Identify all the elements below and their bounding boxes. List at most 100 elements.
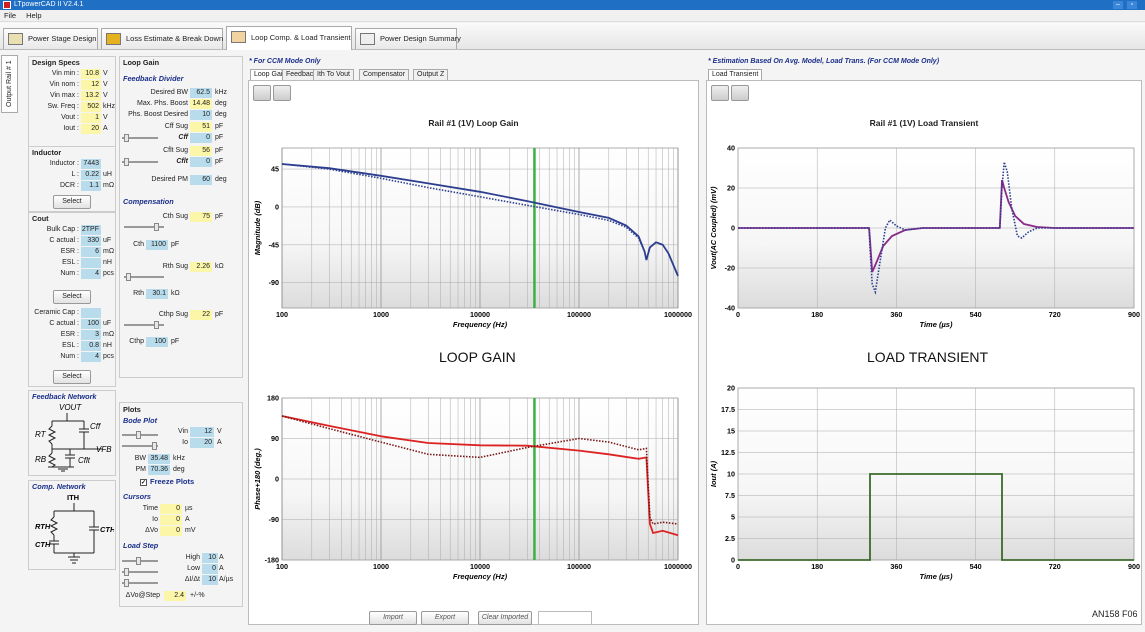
tab-label: Loss Estimate & Break Down bbox=[126, 34, 224, 43]
bulk-0-value[interactable]: 2TPF bbox=[81, 225, 101, 235]
ceramic-4-label: Num : bbox=[60, 353, 79, 360]
tab-power-stage-design[interactable]: Power Stage Design bbox=[3, 28, 98, 49]
inductor-select-button[interactable]: Select bbox=[53, 195, 91, 209]
ceramic-cap-select-button[interactable]: Select bbox=[53, 370, 91, 384]
ceramic-1-label: C actual : bbox=[49, 320, 79, 327]
didt-value[interactable]: 10 bbox=[202, 575, 218, 585]
ceramic-2-value[interactable]: 3 bbox=[81, 330, 101, 340]
slider-thumb[interactable] bbox=[124, 568, 129, 576]
slider-thumb[interactable] bbox=[154, 321, 159, 329]
pm-unit: deg bbox=[173, 466, 185, 473]
menu-file[interactable]: File bbox=[4, 11, 16, 20]
cursor-io-value[interactable]: 0 bbox=[160, 515, 182, 525]
bulk-1-value[interactable]: 330 bbox=[81, 236, 101, 246]
cth-slider[interactable] bbox=[124, 223, 164, 231]
slider-thumb[interactable] bbox=[124, 579, 129, 587]
fd-7-value[interactable]: 60 bbox=[190, 175, 212, 185]
slider-thumb[interactable] bbox=[126, 273, 131, 281]
fd-2-value[interactable]: 10 bbox=[190, 110, 212, 120]
spec-0-value[interactable]: 10.8 bbox=[81, 69, 101, 79]
menu-help[interactable]: Help bbox=[26, 11, 41, 20]
ceramic-3-value[interactable]: 0.8 bbox=[81, 341, 101, 351]
fd-5-value[interactable]: 56 bbox=[190, 146, 212, 156]
freeze-plots-checkbox[interactable]: ✓ Freeze Plots bbox=[140, 477, 194, 486]
fd-4-value[interactable]: 0 bbox=[190, 133, 212, 143]
ceramic-0-value[interactable] bbox=[81, 308, 101, 318]
minimize-button[interactable]: – bbox=[1113, 1, 1123, 9]
tab-ith-to-vout[interactable]: Ith To Vout bbox=[313, 69, 354, 80]
dvo-step-value[interactable]: 2.4 bbox=[164, 591, 186, 601]
didt-slider[interactable] bbox=[122, 579, 158, 587]
slider-thumb[interactable] bbox=[124, 158, 129, 166]
slider-thumb[interactable] bbox=[136, 557, 141, 565]
cth-value[interactable]: 1100 bbox=[146, 240, 168, 250]
feedback-network-title: Feedback Network bbox=[32, 392, 97, 401]
print-icon[interactable] bbox=[711, 85, 729, 101]
cursor-dvo-value[interactable]: 0 bbox=[160, 526, 182, 536]
fd-5-label: Cflt Sug bbox=[163, 147, 188, 154]
clear-imported-button[interactable]: Clear Imported bbox=[478, 611, 532, 625]
side-tab-output-rail[interactable]: Output Rail # 1 bbox=[1, 55, 18, 113]
high-slider[interactable] bbox=[122, 557, 158, 565]
slider-thumb[interactable] bbox=[154, 223, 159, 231]
spec-2-value[interactable]: 13.2 bbox=[81, 91, 101, 101]
bulk-cap-select-button[interactable]: Select bbox=[53, 290, 91, 304]
inductor-0-value[interactable]: 7443 bbox=[81, 159, 101, 169]
pm-value[interactable]: 70.36 bbox=[148, 465, 170, 475]
menu-bar: File Help bbox=[0, 10, 1145, 22]
cthp-slider[interactable] bbox=[124, 321, 164, 329]
fd-3-value[interactable]: 51 bbox=[190, 122, 212, 132]
tab-power-design-summary[interactable]: Power Design Summary bbox=[355, 28, 461, 49]
copy-icon[interactable] bbox=[731, 85, 749, 101]
cursor-time-value[interactable]: 0 bbox=[160, 504, 182, 514]
bulk-2-value[interactable]: 6 bbox=[81, 247, 101, 257]
bulk-3-value[interactable] bbox=[81, 258, 101, 268]
inductor-1-value[interactable]: 0.22 bbox=[81, 170, 101, 180]
label-vfb: VFB bbox=[96, 445, 112, 454]
export-button[interactable]: Export bbox=[421, 611, 469, 625]
tab-compensator[interactable]: Compensator bbox=[359, 69, 410, 80]
spec-4-value[interactable]: 1 bbox=[81, 113, 101, 123]
low-value[interactable]: 0 bbox=[202, 564, 218, 574]
spec-1-value[interactable]: 12 bbox=[81, 80, 101, 90]
spec-5-value[interactable]: 20 bbox=[81, 124, 101, 134]
import-file-field[interactable] bbox=[538, 611, 592, 625]
bw-value[interactable]: 35.48 bbox=[148, 454, 170, 464]
rth-value[interactable]: 30.1 bbox=[146, 289, 168, 299]
high-value[interactable]: 10 bbox=[202, 553, 218, 563]
tab-loop-comp[interactable]: Loop Comp. & Load Transient bbox=[226, 26, 352, 50]
cthp-sug-value[interactable]: 22 bbox=[190, 310, 212, 320]
print-icon[interactable] bbox=[253, 85, 271, 101]
io-value[interactable]: 20 bbox=[190, 438, 214, 448]
fd-2-label: Phs. Boost Desired bbox=[128, 111, 188, 118]
app-icon bbox=[3, 1, 11, 9]
cthp-value[interactable]: 100 bbox=[146, 337, 168, 347]
rth-sug-value[interactable]: 2.26 bbox=[190, 262, 212, 272]
spec-4-label: Vout : bbox=[61, 114, 79, 121]
ceramic-1-value[interactable]: 100 bbox=[81, 319, 101, 329]
inductor-2-value[interactable]: 1.1 bbox=[81, 181, 101, 191]
rth-slider[interactable] bbox=[124, 273, 164, 281]
bulk-4-value[interactable]: 4 bbox=[81, 269, 101, 279]
slider-thumb[interactable] bbox=[124, 134, 129, 142]
vin-value[interactable]: 12 bbox=[190, 427, 214, 437]
slider-thumb[interactable] bbox=[136, 431, 141, 439]
maximize-button[interactable]: ▫ bbox=[1127, 1, 1137, 9]
tab-load-transient[interactable]: Load Transient bbox=[708, 69, 763, 80]
ceramic-4-value[interactable]: 4 bbox=[81, 352, 101, 362]
spec-3-value[interactable]: 502 bbox=[81, 102, 101, 112]
tab-output-z[interactable]: Output Z bbox=[413, 69, 449, 80]
copy-icon[interactable] bbox=[273, 85, 291, 101]
low-slider[interactable] bbox=[122, 568, 158, 576]
check-icon: ✓ bbox=[140, 479, 147, 486]
io-slider[interactable] bbox=[122, 442, 158, 450]
fd-1-value[interactable]: 14.48 bbox=[190, 99, 212, 109]
cff-slider[interactable] bbox=[122, 134, 158, 142]
fd-0-value[interactable]: 62.5 bbox=[190, 88, 212, 98]
slider-thumb[interactable] bbox=[152, 442, 157, 450]
tab-loss-estimate[interactable]: Loss Estimate & Break Down bbox=[101, 28, 223, 49]
import-button[interactable]: Import bbox=[369, 611, 417, 625]
cflt-slider[interactable] bbox=[122, 158, 158, 166]
cth-sug-value[interactable]: 75 bbox=[190, 212, 212, 222]
fd-6-value[interactable]: 0 bbox=[190, 157, 212, 167]
